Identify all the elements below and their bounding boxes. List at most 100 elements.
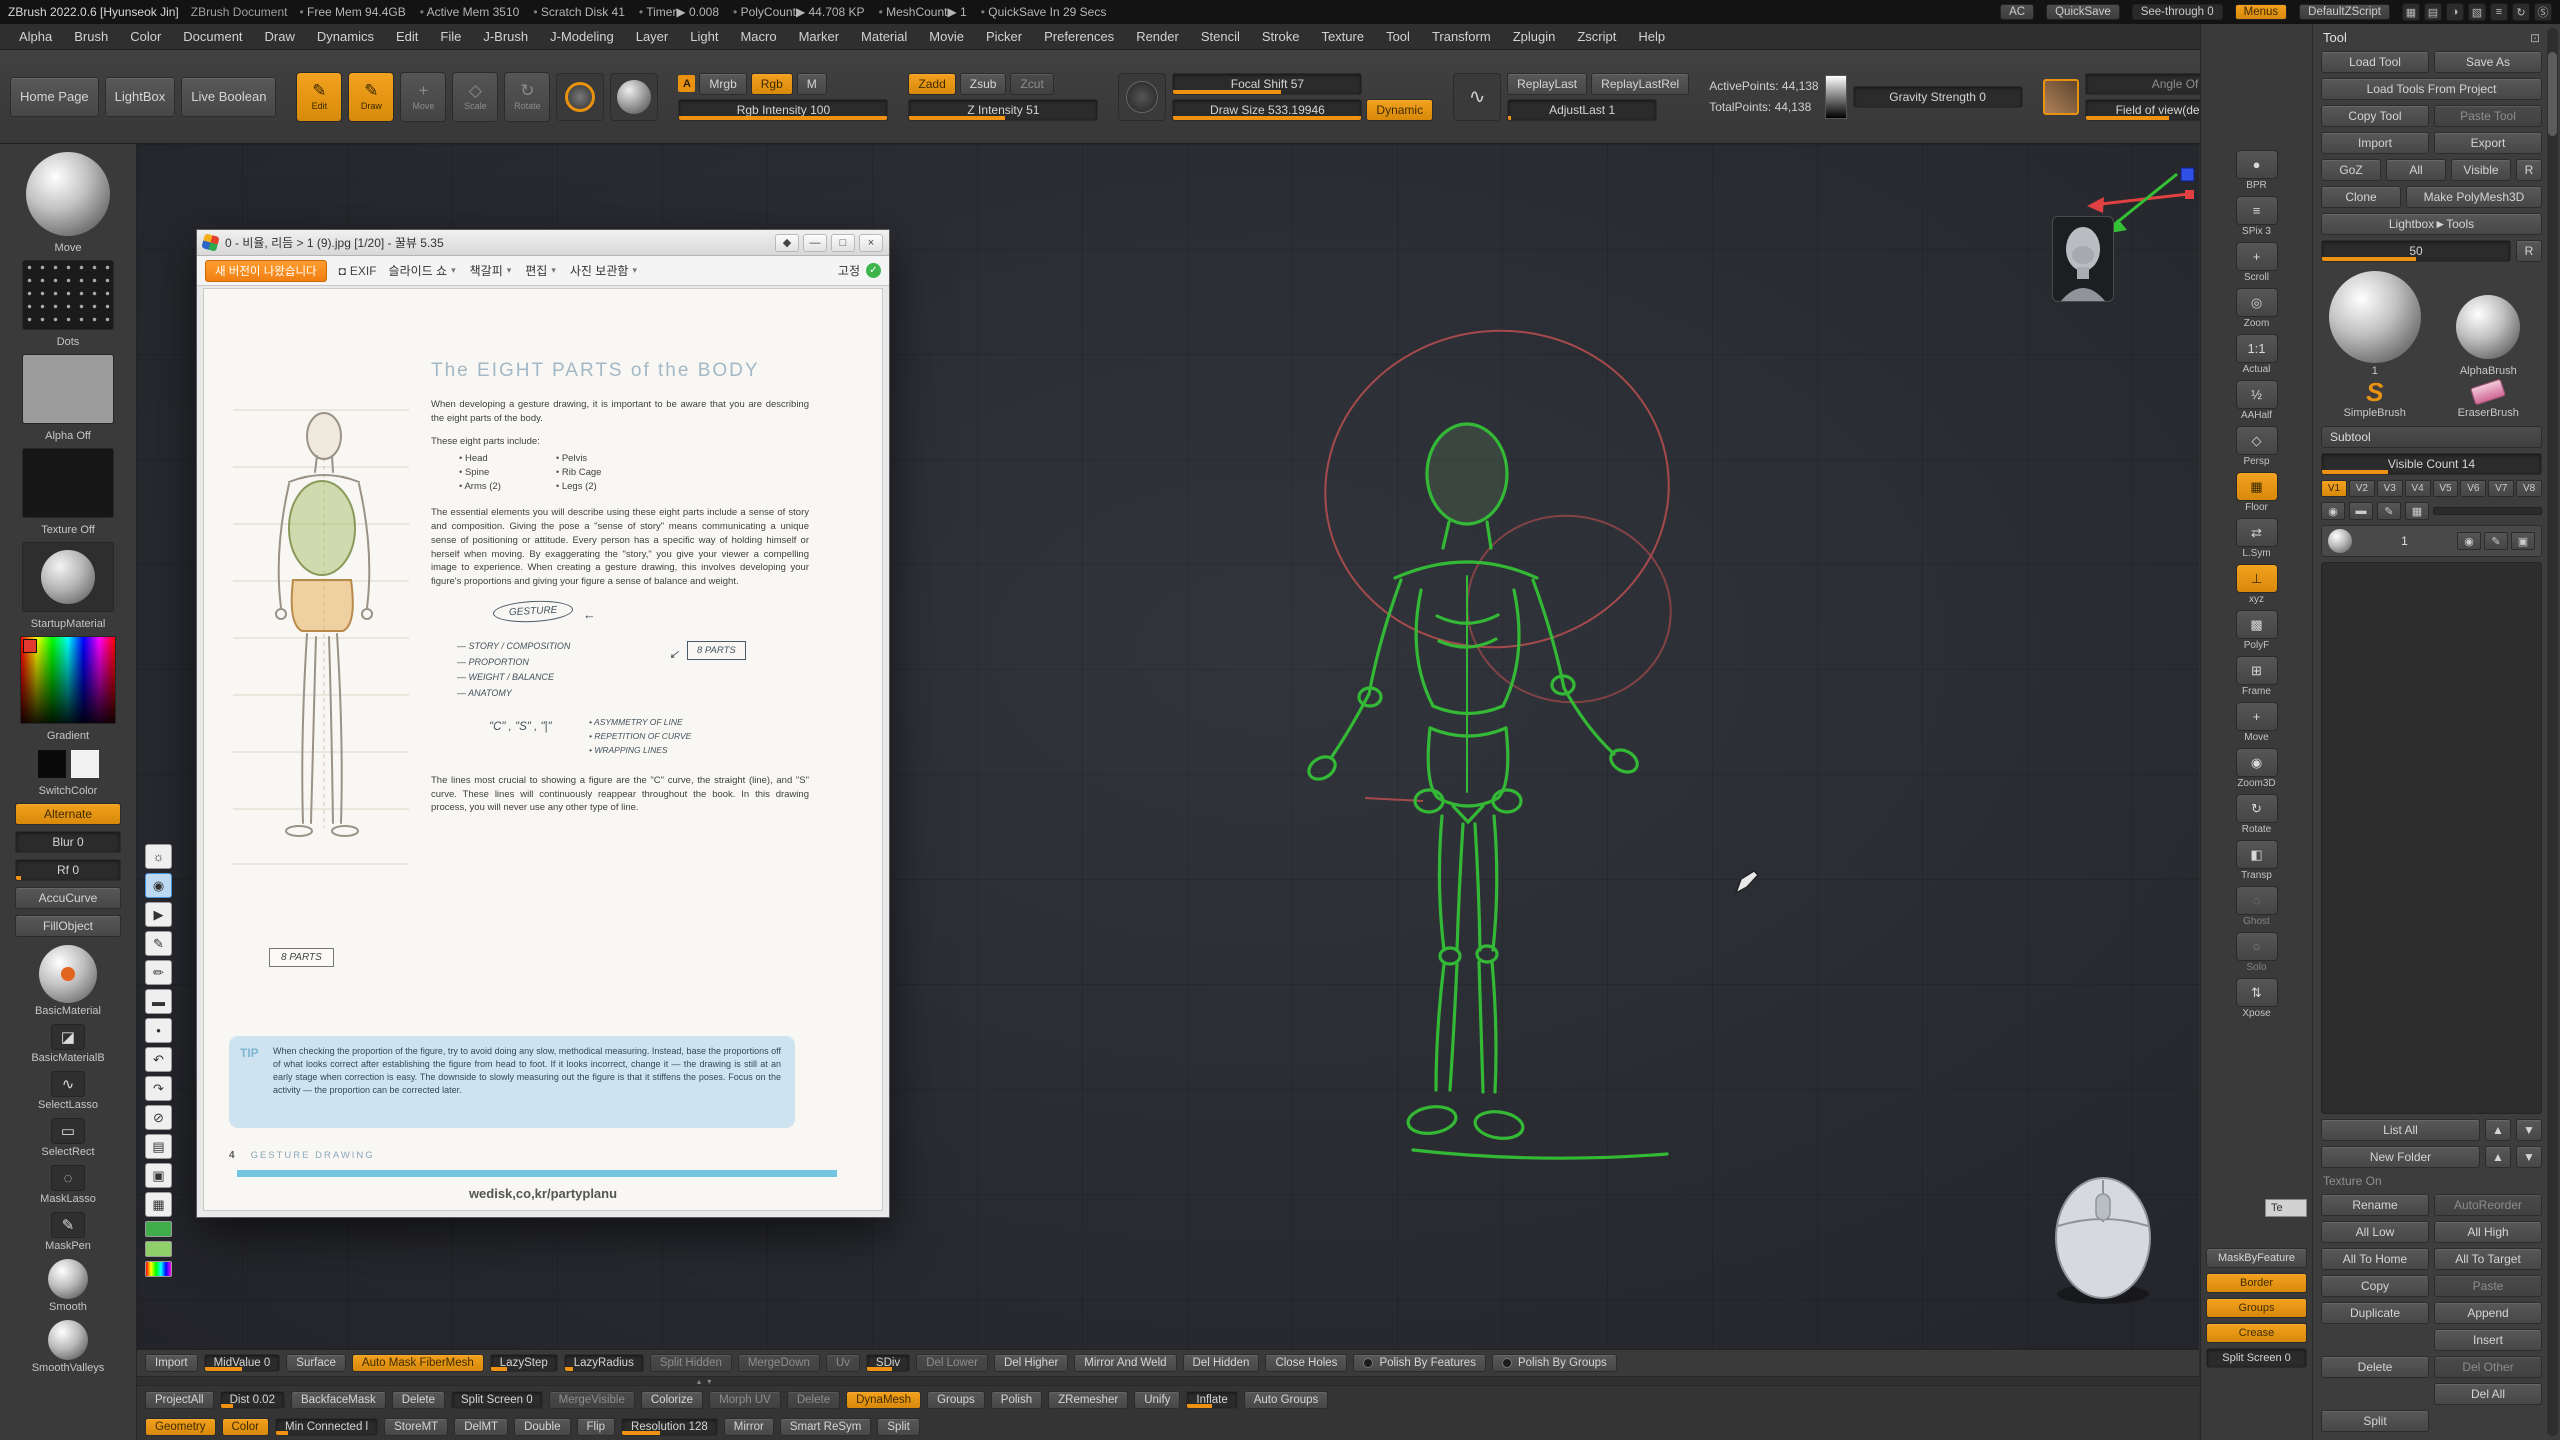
menu-item[interactable]: Document bbox=[172, 26, 253, 47]
menu-item[interactable]: Stroke bbox=[1251, 26, 1311, 47]
palette-quick-item[interactable]: MaskPen bbox=[45, 1212, 91, 1252]
refresh-icon[interactable]: ↻ bbox=[2512, 3, 2530, 21]
pin-window-icon[interactable]: ◆ bbox=[775, 234, 799, 252]
pointer-icon[interactable]: ▶ bbox=[145, 902, 172, 927]
tray-button[interactable]: Close Holes bbox=[1265, 1354, 1347, 1372]
menu-item[interactable]: Movie bbox=[918, 26, 975, 47]
color-picker[interactable] bbox=[20, 636, 116, 724]
scroll-lock-icon[interactable]: Ⓢ bbox=[2534, 3, 2552, 21]
palette-quick-item[interactable]: SelectRect bbox=[41, 1118, 94, 1158]
tray-button[interactable]: Delete bbox=[392, 1391, 445, 1409]
draw-button[interactable]: ✎ Draw bbox=[348, 72, 394, 122]
menu-item[interactable]: J-Modeling bbox=[539, 26, 625, 47]
texture-icon[interactable]: ▦ bbox=[2405, 502, 2429, 520]
gravity-strength-slider[interactable]: Gravity Strength 0 bbox=[1853, 86, 2023, 108]
subtool-action-button[interactable]: AutoReorder bbox=[2434, 1194, 2542, 1216]
shelf-button[interactable]: ⇅ Xpose bbox=[2236, 978, 2278, 1019]
scroll-up-icon[interactable]: ▲ bbox=[2485, 1119, 2511, 1141]
quicksave-button[interactable]: QuickSave bbox=[2046, 4, 2120, 20]
gizmo-move-sphere[interactable] bbox=[26, 152, 110, 236]
document-icon[interactable]: ▤ bbox=[2424, 3, 2442, 21]
tray-button[interactable]: Smart ReSym bbox=[780, 1418, 872, 1436]
lightbulb-icon[interactable]: ☼ bbox=[145, 844, 172, 869]
viewer-menu-item[interactable]: 슬라이드 쇼 ▾ bbox=[389, 262, 456, 279]
pin-icon[interactable]: ⊡ bbox=[2530, 31, 2540, 45]
tray-button[interactable]: Double bbox=[514, 1418, 570, 1436]
subtool-row[interactable]: 1 ◉✎▣ bbox=[2321, 525, 2542, 557]
subtool-tab[interactable]: V1 bbox=[2321, 480, 2347, 497]
eye-icon[interactable]: ◉ bbox=[145, 873, 172, 898]
a-badge[interactable]: A bbox=[678, 75, 695, 92]
palette-quick-item[interactable]: SmoothValleys bbox=[32, 1320, 105, 1374]
pen-icon[interactable]: ✎ bbox=[145, 931, 172, 956]
clone-button[interactable]: Clone bbox=[2321, 186, 2401, 208]
update-banner-button[interactable]: 새 버전이 나왔습니다 bbox=[205, 260, 327, 282]
scroll-down-icon[interactable]: ▼ bbox=[2516, 1119, 2542, 1141]
sliders-icon[interactable]: ≡ bbox=[2490, 3, 2508, 21]
tray-button[interactable]: MergeVisible bbox=[549, 1391, 635, 1409]
tray-button[interactable]: Split Hidden bbox=[650, 1354, 732, 1372]
palette-quick-item[interactable]: BasicMaterial bbox=[35, 945, 101, 1017]
subtool-action-button[interactable]: All To Home bbox=[2321, 1248, 2429, 1270]
pin-toggle[interactable]: 고정 ✓ bbox=[838, 262, 881, 279]
shelf-button[interactable]: ≡ SPix 3 bbox=[2236, 196, 2278, 237]
tray-button[interactable]: Del Hidden bbox=[1183, 1354, 1260, 1372]
exif-button[interactable]: ◘ EXIF bbox=[339, 264, 377, 278]
shelf-button[interactable]: ○ Solo bbox=[2236, 932, 2278, 973]
shelf-button[interactable]: ◧ Transp bbox=[2236, 840, 2278, 881]
ac-button[interactable]: AC bbox=[2000, 4, 2034, 20]
subtool-action-button[interactable]: All To Target bbox=[2434, 1248, 2542, 1270]
mrgb-button[interactable]: Mrgb bbox=[699, 73, 746, 95]
material-thumbnail[interactable] bbox=[22, 542, 114, 612]
tray-button[interactable]: Dist 0.02 bbox=[220, 1391, 285, 1409]
document-canvas[interactable]: ☼◉▶✎✏▬•↶↷⊘▤▣▦ 0 - 비율, 리듬 > 1 (9).jpg [1/… bbox=[137, 144, 2199, 1349]
shelf-button[interactable]: + Move bbox=[2236, 702, 2278, 743]
current-brush-button[interactable] bbox=[556, 73, 604, 121]
menu-item[interactable]: Zplugin bbox=[1502, 26, 1567, 47]
texture-thumbnail[interactable] bbox=[22, 448, 114, 518]
rf-slider[interactable]: Rf 0 bbox=[15, 859, 121, 881]
r-button[interactable]: R bbox=[2516, 240, 2542, 262]
texture-tile-icon[interactable] bbox=[2043, 79, 2079, 115]
save-as-button[interactable]: Save As bbox=[2434, 51, 2542, 73]
list-all-button[interactable]: List All bbox=[2321, 1119, 2480, 1141]
lightbox-button[interactable]: LightBox bbox=[105, 77, 176, 117]
subtool-action-button[interactable]: Copy bbox=[2321, 1275, 2429, 1297]
alpha-thumbnail[interactable] bbox=[22, 354, 114, 424]
alphabrush-thumbnail[interactable] bbox=[2456, 295, 2520, 359]
goz-button[interactable]: GoZ bbox=[2321, 159, 2381, 181]
subtool-tab[interactable]: V7 bbox=[2488, 480, 2514, 497]
tray-button[interactable]: Del Higher bbox=[994, 1354, 1068, 1372]
rotate-button[interactable]: ↻ Rotate bbox=[504, 72, 550, 122]
eraserbrush-icon[interactable] bbox=[2470, 378, 2506, 405]
export-button[interactable]: Export bbox=[2434, 132, 2542, 154]
lightbox-tools-button[interactable]: Lightbox►Tools bbox=[2321, 213, 2542, 235]
subtool-action-button[interactable]: Duplicate bbox=[2321, 1302, 2429, 1324]
menu-item[interactable]: Dynamics bbox=[306, 26, 385, 47]
tray-button[interactable]: MergeDown bbox=[738, 1354, 820, 1372]
scale-button[interactable]: ◇ Scale bbox=[452, 72, 498, 122]
adjust-last-slider[interactable]: AdjustLast 1 bbox=[1507, 99, 1657, 121]
shelf-button[interactable]: ⊥ xyz bbox=[2236, 564, 2278, 605]
menu-item[interactable]: Brush bbox=[63, 26, 119, 47]
groups-button[interactable]: Groups bbox=[2206, 1298, 2307, 1318]
subtool-action-button[interactable]: Split bbox=[2321, 1410, 2429, 1432]
shelf-button[interactable]: + Scroll bbox=[2236, 242, 2278, 283]
rainbow-swatch[interactable] bbox=[145, 1261, 172, 1277]
subtool-tab[interactable]: V4 bbox=[2405, 480, 2431, 497]
tray-button[interactable]: Inflate bbox=[1186, 1391, 1237, 1409]
menu-item[interactable]: Zscript bbox=[1566, 26, 1627, 47]
subtool-action-button[interactable]: Delete bbox=[2321, 1356, 2429, 1378]
main-color-swatch[interactable] bbox=[37, 749, 67, 779]
tray-button[interactable]: ProjectAll bbox=[145, 1391, 214, 1409]
menu-item[interactable]: File bbox=[429, 26, 472, 47]
shelf-button[interactable]: ◇ Persp bbox=[2236, 426, 2278, 467]
tray-button[interactable]: Mirror bbox=[724, 1418, 774, 1436]
paint-icon[interactable]: ✎ bbox=[2377, 502, 2401, 520]
tray-button[interactable]: StoreMT bbox=[384, 1418, 448, 1436]
brush-icon[interactable]: ✎ bbox=[2484, 532, 2508, 550]
active-tool-preview[interactable] bbox=[2052, 216, 2114, 302]
shelf-button[interactable]: ◌ Ghost bbox=[2236, 886, 2278, 927]
tray-button[interactable]: Auto Mask FiberMesh bbox=[352, 1354, 484, 1372]
tray-button[interactable]: Auto Groups bbox=[1244, 1391, 1329, 1409]
